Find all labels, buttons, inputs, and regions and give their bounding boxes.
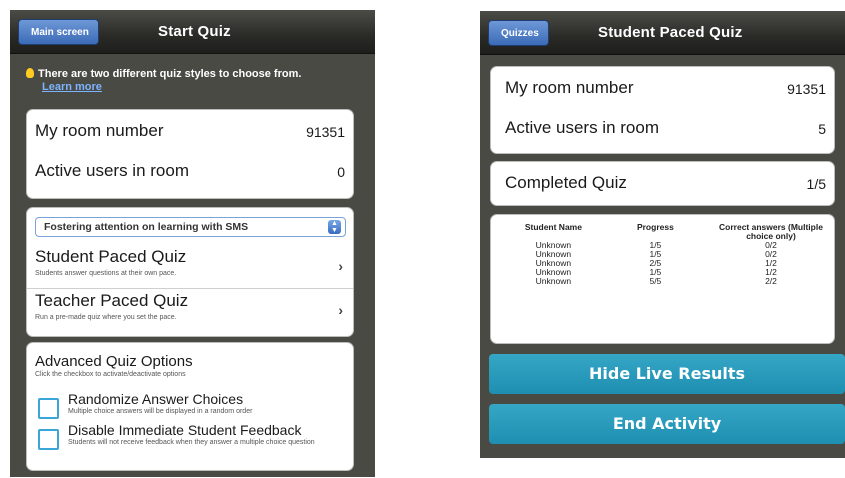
- quiz-type-card: Fostering attention on learning with SMS…: [26, 207, 354, 337]
- disable-feedback-title: Disable Immediate Student Feedback: [68, 422, 302, 438]
- advanced-options-card: Advanced Quiz Options Click the checkbox…: [26, 342, 354, 471]
- chevron-right-icon: ›: [338, 258, 343, 274]
- navigation-bar: Main screen Start Quiz: [10, 10, 375, 54]
- completed-quiz-label: Completed Quiz: [505, 173, 627, 192]
- live-results-card: Student Name Progress Correct answers (M…: [490, 214, 835, 344]
- quizzes-back-button[interactable]: Quizzes: [488, 20, 549, 46]
- start-quiz-screen: Main screen Start Quiz There are two dif…: [10, 10, 375, 477]
- active-users-label: Active users in room: [505, 118, 659, 137]
- correct-answers-cell: 2/2: [765, 276, 777, 286]
- randomize-option-desc: Multiple choice answers will be displaye…: [68, 408, 253, 415]
- progress-cell: 5/5: [649, 276, 662, 286]
- active-users-value: 5: [818, 121, 826, 137]
- active-users-label: Active users in room: [35, 161, 189, 180]
- student-paced-quiz-screen: Quizzes Student Paced Quiz My room numbe…: [480, 11, 845, 458]
- results-header-row: Student Name Progress Correct answers (M…: [499, 223, 839, 241]
- room-number-label: My room number: [35, 121, 164, 140]
- advanced-options-subtitle: Click the checkbox to activate/deactivat…: [35, 371, 186, 378]
- completed-quiz-card: Completed Quiz 1/5: [490, 161, 835, 206]
- end-activity-button[interactable]: End Activity: [489, 404, 845, 444]
- randomize-checkbox[interactable]: [38, 398, 59, 419]
- student-name-cell: Unknown: [535, 276, 572, 286]
- completed-quiz-value: 1/5: [806, 176, 826, 192]
- room-number-value: 91351: [787, 81, 826, 97]
- lightbulb-icon: [26, 68, 34, 78]
- advanced-options-title: Advanced Quiz Options: [35, 353, 193, 370]
- teacher-paced-quiz-title: Teacher Paced Quiz: [35, 291, 189, 310]
- disable-feedback-desc: Students will not receive feedback when …: [68, 439, 315, 446]
- page-title: Start Quiz: [158, 23, 231, 40]
- hide-live-results-button[interactable]: Hide Live Results: [489, 354, 845, 394]
- disable-feedback-checkbox[interactable]: [38, 429, 59, 450]
- active-users-value: 0: [337, 164, 345, 180]
- chevron-right-icon: ›: [338, 302, 343, 318]
- room-info-card: My room number 91351 Active users in roo…: [490, 66, 835, 154]
- room-number-label: My room number: [505, 78, 634, 97]
- main-screen-back-button[interactable]: Main screen: [18, 19, 99, 45]
- quiz-style-tip: There are two different quiz styles to c…: [26, 68, 366, 94]
- room-number-value: 91351: [306, 124, 345, 140]
- randomize-option-title: Randomize Answer Choices: [68, 391, 244, 407]
- student-paced-quiz-subtitle: Students answer questions at their own p…: [35, 270, 177, 277]
- quiz-select-dropdown[interactable]: Fostering attention on learning with SMS…: [35, 217, 346, 237]
- header-progress: Progress: [636, 222, 674, 232]
- select-updown-icon: ▲ ▼: [328, 220, 341, 234]
- quiz-select-value: Fostering attention on learning with SMS: [44, 221, 249, 233]
- table-row: Unknown 5/5 2/2: [499, 277, 839, 286]
- header-student-name: Student Name: [524, 222, 582, 232]
- page-title: Student Paced Quiz: [598, 24, 743, 41]
- teacher-paced-quiz-subtitle: Run a pre-made quiz where you set the pa…: [35, 314, 177, 321]
- learn-more-link[interactable]: Learn more: [42, 81, 366, 94]
- header-correct-answers: Correct answers (Multiple choice only): [719, 222, 823, 241]
- item-divider: [27, 288, 353, 289]
- navigation-bar: Quizzes Student Paced Quiz: [480, 11, 845, 55]
- room-info-card: My room number 91351 Active users in roo…: [26, 109, 354, 199]
- results-table: Student Name Progress Correct answers (M…: [499, 223, 839, 286]
- tip-text: There are two different quiz styles to c…: [38, 68, 302, 80]
- student-paced-quiz-title: Student Paced Quiz: [35, 247, 187, 266]
